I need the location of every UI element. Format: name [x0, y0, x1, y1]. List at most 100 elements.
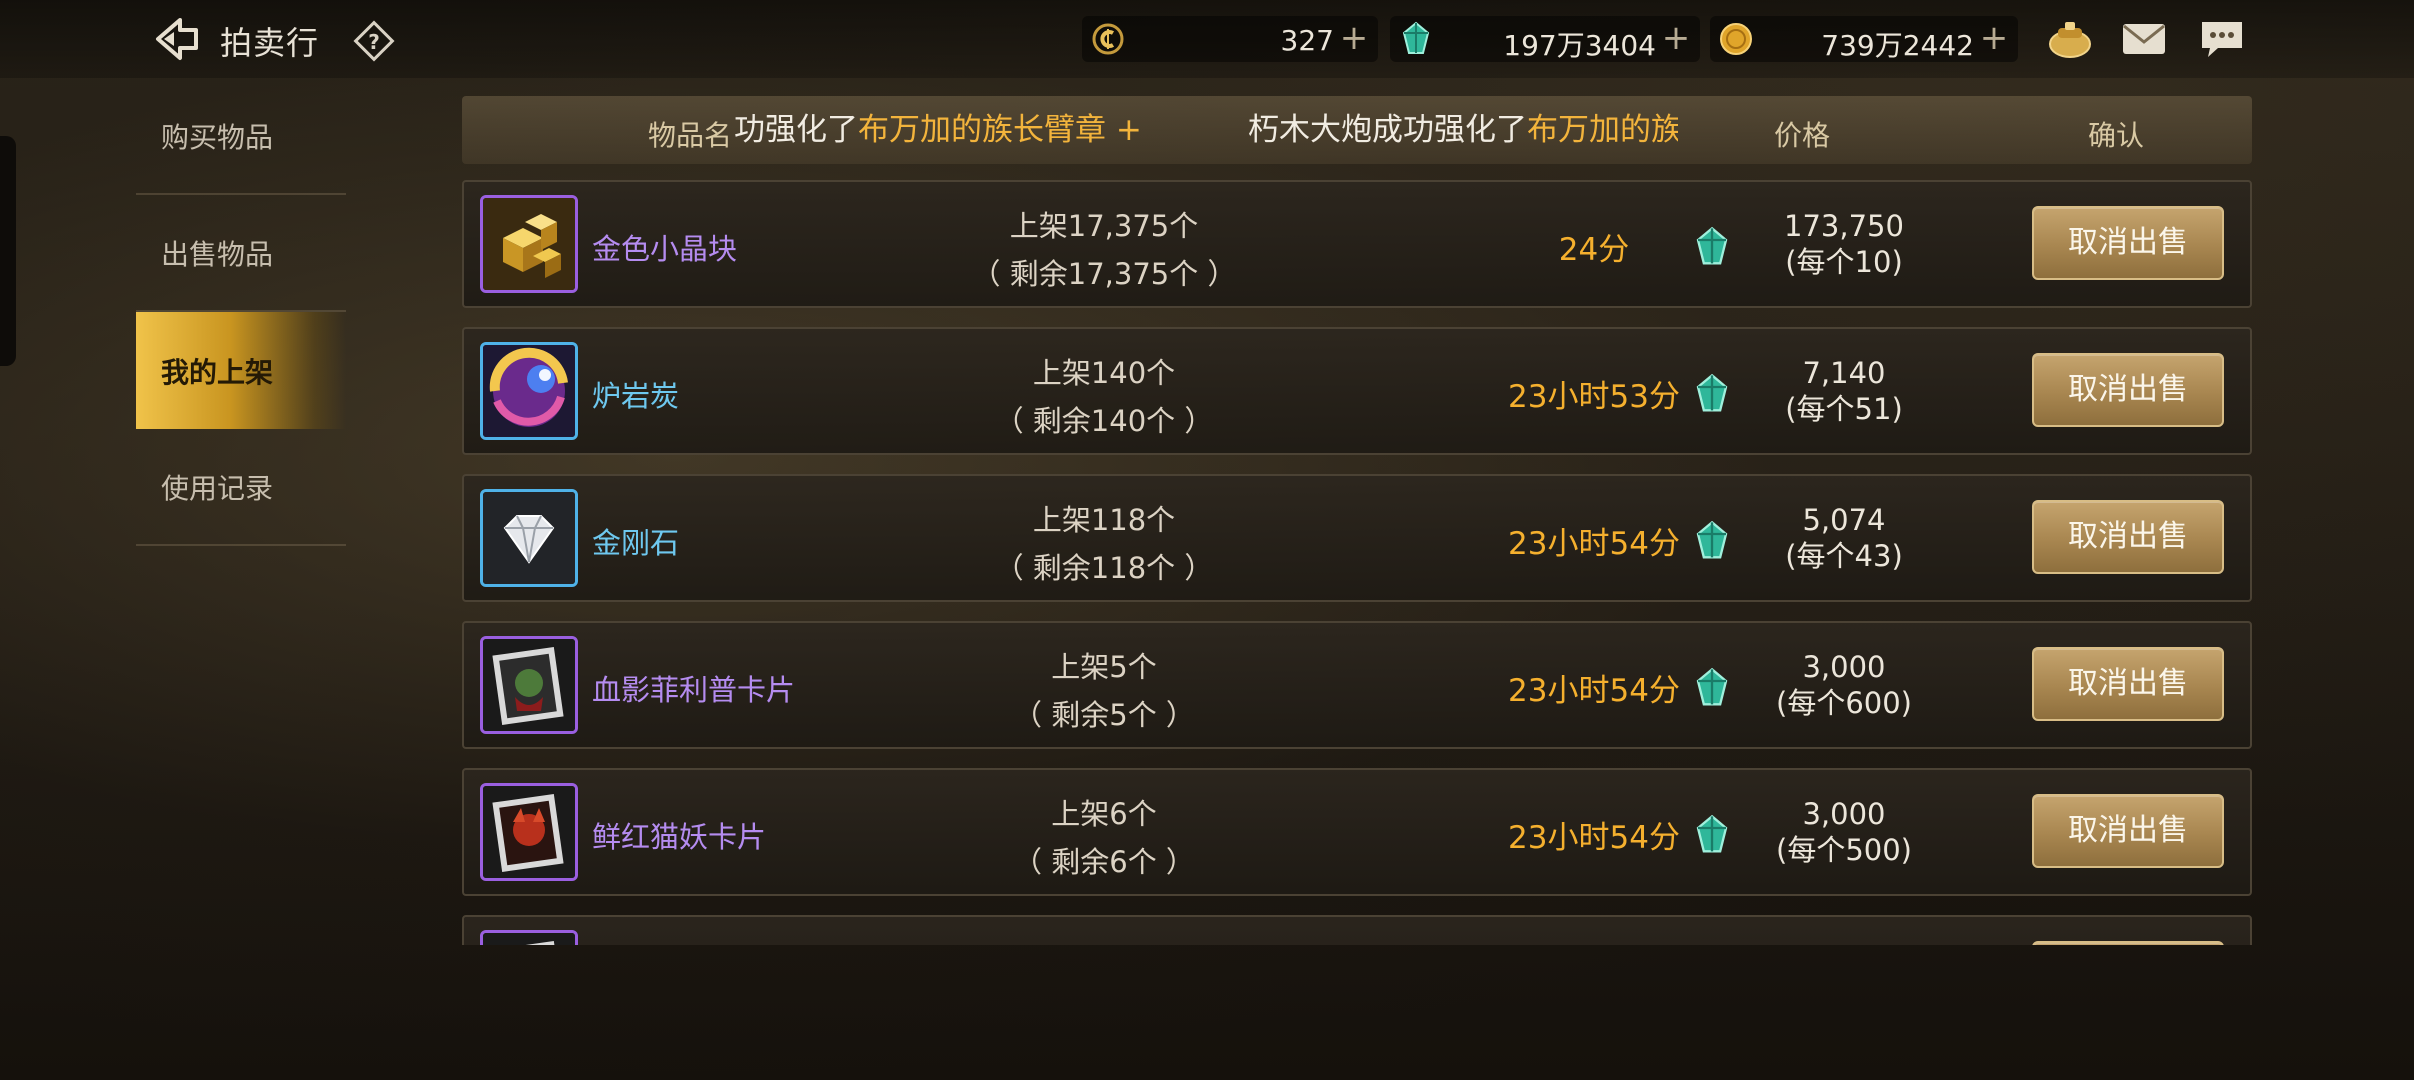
- time-remaining: 23小时54分: [1508, 673, 1680, 709]
- sidebar-item-label: 我的上架: [161, 355, 274, 389]
- gold-amount: 739万2442: [1821, 29, 1974, 62]
- lava-charcoal-orb-icon: [483, 345, 575, 437]
- ticker-prefix: 朽木大炮成功强化了: [1248, 112, 1527, 148]
- quantity-info: 上架118个 （ 剩余118个 ）: [864, 496, 1344, 592]
- back-button[interactable]: [150, 14, 204, 64]
- silver-add-button[interactable]: +: [1338, 20, 1370, 56]
- item-icon-slot[interactable]: [480, 783, 578, 881]
- gem-icon: [1398, 21, 1434, 57]
- item-name: 血影菲利普卡片: [592, 673, 796, 707]
- unit-price: (每个500): [1776, 833, 1912, 867]
- item-icon-slot[interactable]: [480, 195, 578, 293]
- time-remaining: 23小时54分: [1508, 526, 1680, 562]
- sidebar-item-sell[interactable]: 出售物品: [136, 195, 346, 312]
- silver-amount: 327: [1280, 24, 1334, 57]
- back-arrow-icon: [156, 18, 198, 60]
- monster-card-icon: [483, 933, 575, 945]
- time-remaining: 23小时53分: [1508, 379, 1680, 415]
- quantity-info: 上架17,375个 （ 剩余17,375个 ）: [864, 202, 1344, 298]
- silver-currency: 327 +: [1082, 16, 1378, 62]
- total-price: 3,000: [1802, 650, 1886, 684]
- item-name: 金色小晶块: [592, 232, 738, 266]
- total-price: 3,000: [1802, 797, 1886, 831]
- mail-icon: [2123, 24, 2165, 54]
- cancel-sale-button[interactable]: 取消出售: [2032, 794, 2224, 868]
- left-edge-handle: [0, 136, 16, 366]
- auction-house-screen: 拍卖行 ? 327 + 197万3404 + 739万2442 + 购买物品 出…: [0, 0, 2414, 1080]
- sidebar-item-buy[interactable]: 购买物品: [136, 78, 346, 195]
- listing-row: 血影菲利普卡片 上架5个 （ 剩余5个 ） 23小时54分 3,000 (每个6…: [462, 621, 2252, 749]
- sidebar-item-history[interactable]: 使用记录: [136, 429, 346, 546]
- listed-quantity: 上架17,375个: [1009, 209, 1199, 243]
- gem-add-button[interactable]: +: [1660, 20, 1692, 56]
- listing-row: 金色小晶块 上架17,375个 （ 剩余17,375个 ） 24分 173,75…: [462, 180, 2252, 308]
- sidebar-item-label: 购买物品: [161, 120, 274, 154]
- sidebar-item-label: 出售物品: [161, 237, 274, 271]
- gem-currency: 197万3404 +: [1390, 16, 1700, 62]
- price-info: 173,750 (每个10): [1714, 208, 1974, 280]
- item-name: 鲜红猫妖卡片: [592, 820, 767, 854]
- listed-quantity: 上架5个: [1051, 650, 1157, 684]
- svg-text:?: ?: [368, 30, 380, 54]
- price-info: 3,000 (每个500): [1714, 796, 1974, 868]
- remaining-quantity: （ 剩余5个 ）: [1013, 698, 1195, 732]
- gold-add-button[interactable]: +: [1978, 20, 2010, 56]
- bag-button[interactable]: [2044, 16, 2096, 62]
- unit-price: (每个600): [1776, 686, 1912, 720]
- listed-quantity: 上架140个: [1032, 356, 1176, 390]
- ticker-prefix: 功强化了: [734, 112, 858, 148]
- gold-coin-icon: [1718, 21, 1754, 57]
- listing-row: 金刚石 上架118个 （ 剩余118个 ） 23小时54分 5,074 (每个4…: [462, 474, 2252, 602]
- item-icon-slot[interactable]: [480, 636, 578, 734]
- listed-quantity: 上架118个: [1032, 503, 1176, 537]
- price-info: 7,140 (每个51): [1714, 355, 1974, 427]
- chat-icon: [2202, 22, 2242, 57]
- help-icon: ?: [353, 20, 395, 62]
- item-icon-slot[interactable]: [480, 489, 578, 587]
- unit-price: (每个51): [1785, 392, 1903, 426]
- price-info: 5,074 (每个43): [1714, 502, 1974, 574]
- total-price: 5,074: [1802, 503, 1886, 537]
- quantity-info: 上架140个 （ 剩余140个 ）: [864, 349, 1344, 445]
- ticker-highlight: 布万加的族: [1527, 112, 1678, 148]
- listing-row: 炉岩炭 上架140个 （ 剩余140个 ） 23小时53分 7,140 (每个5…: [462, 327, 2252, 455]
- cancel-sale-button[interactable]: [2032, 941, 2224, 945]
- diamond-icon: [483, 492, 575, 584]
- unit-price: (每个10): [1785, 245, 1903, 279]
- ticker-message: 功强化了布万加的族长臂章 +16: [734, 104, 1144, 154]
- cancel-sale-button[interactable]: 取消出售: [2032, 353, 2224, 427]
- unit-price: (每个43): [1785, 539, 1903, 573]
- ticker-highlight: 布万加的族长臂章 +16: [858, 112, 1144, 148]
- mail-button[interactable]: [2118, 16, 2170, 62]
- gold-currency: 739万2442 +: [1710, 16, 2018, 62]
- time-remaining: 24分: [1558, 232, 1630, 268]
- remaining-quantity: （ 剩余140个 ）: [994, 404, 1214, 438]
- item-icon-slot[interactable]: [480, 930, 578, 945]
- sidebar-item-my-listings[interactable]: 我的上架: [136, 312, 346, 429]
- listing-list[interactable]: 金色小晶块 上架17,375个 （ 剩余17,375个 ） 24分 173,75…: [462, 180, 2252, 945]
- price-info: 3,000 (每个600): [1714, 649, 1974, 721]
- item-name: 金刚石: [592, 526, 680, 560]
- sidebar-item-label: 使用记录: [161, 471, 274, 505]
- column-header-name: 物品名: [648, 119, 733, 152]
- total-price: 7,140: [1802, 356, 1886, 390]
- silver-coin-icon: [1090, 21, 1126, 57]
- time-remaining: 23小时54分: [1508, 820, 1680, 856]
- remaining-quantity: （ 剩余118个 ）: [994, 551, 1214, 585]
- gem-amount: 197万3404: [1503, 29, 1656, 62]
- monster-card-icon: [483, 639, 575, 731]
- bag-icon: [2049, 22, 2091, 58]
- cancel-sale-button[interactable]: 取消出售: [2032, 206, 2224, 280]
- ticker-message: 朽木大炮成功强化了布万加的族: [1248, 104, 1678, 154]
- total-price: 173,750: [1784, 209, 1904, 243]
- item-icon-slot[interactable]: [480, 342, 578, 440]
- cancel-sale-button[interactable]: 取消出售: [2032, 647, 2224, 721]
- sidebar: 购买物品 出售物品 我的上架 使用记录: [136, 78, 346, 558]
- listed-quantity: 上架6个: [1051, 797, 1157, 831]
- remaining-quantity: （ 剩余6个 ）: [1013, 845, 1195, 879]
- help-button[interactable]: ?: [352, 19, 396, 63]
- listing-row: [462, 915, 2252, 945]
- chat-button[interactable]: [2196, 16, 2248, 62]
- listing-row: 鲜红猫妖卡片 上架6个 （ 剩余6个 ） 23小时54分 3,000 (每个50…: [462, 768, 2252, 896]
- cancel-sale-button[interactable]: 取消出售: [2032, 500, 2224, 574]
